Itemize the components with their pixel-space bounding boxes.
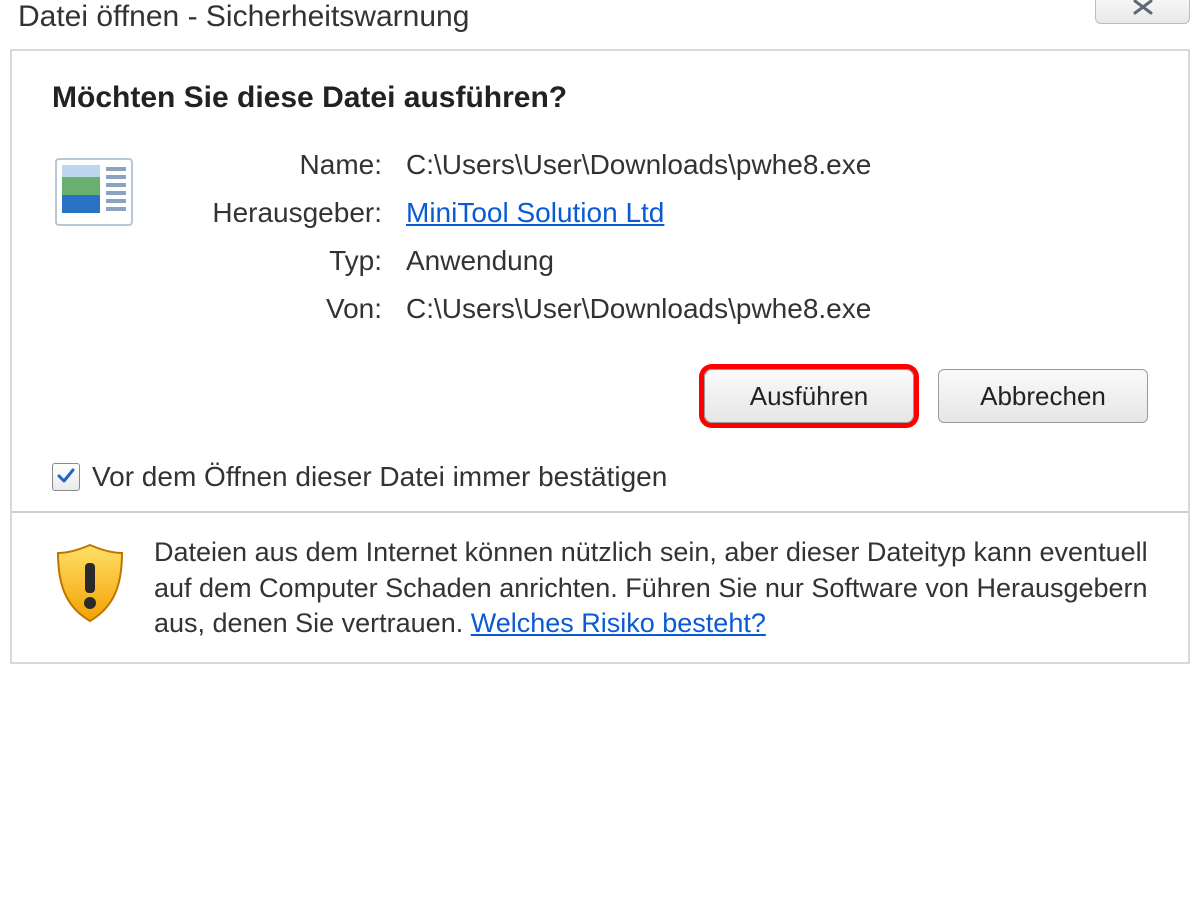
close-button[interactable] xyxy=(1095,0,1190,24)
shield-warning-icon xyxy=(52,541,128,627)
warning-text: Dateien aus dem Internet können nützlich… xyxy=(154,535,1148,642)
warning-area: Dateien aus dem Internet können nützlich… xyxy=(42,535,1158,642)
button-row: Ausführen Abbrechen xyxy=(42,369,1148,423)
risk-link[interactable]: Welches Risiko besteht? xyxy=(471,608,766,638)
value-from: C:\Users\User\Downloads\pwhe8.exe xyxy=(406,293,871,325)
label-type: Typ: xyxy=(162,245,382,277)
close-icon xyxy=(1129,0,1157,21)
label-publisher: Herausgeber: xyxy=(162,197,382,229)
dialog-heading: Möchten Sie diese Datei ausführen? xyxy=(52,81,1158,115)
always-ask-row: Vor dem Öffnen dieser Datei immer bestät… xyxy=(52,461,1158,493)
window-title: Datei öffnen - Sicherheitswarnung xyxy=(18,0,469,33)
security-warning-dialog: Datei öffnen - Sicherheitswarnung Möchte… xyxy=(0,0,1200,900)
application-file-icon xyxy=(52,153,136,237)
titlebar: Datei öffnen - Sicherheitswarnung xyxy=(0,0,1200,41)
always-ask-label: Vor dem Öffnen dieser Datei immer bestät… xyxy=(92,461,667,493)
dialog-panel: Möchten Sie diese Datei ausführen? N xyxy=(10,49,1190,664)
publisher-link[interactable]: MiniTool Solution Ltd xyxy=(406,197,664,228)
file-info-area: Name: C:\Users\User\Downloads\pwhe8.exe … xyxy=(52,149,1158,325)
checkmark-icon xyxy=(56,461,76,493)
cancel-button[interactable]: Abbrechen xyxy=(938,369,1148,423)
run-button-label: Ausführen xyxy=(750,381,869,412)
value-name: C:\Users\User\Downloads\pwhe8.exe xyxy=(406,149,871,181)
value-type: Anwendung xyxy=(406,245,871,277)
label-from: Von: xyxy=(162,293,382,325)
label-name: Name: xyxy=(162,149,382,181)
file-info-grid: Name: C:\Users\User\Downloads\pwhe8.exe … xyxy=(162,149,871,325)
always-ask-checkbox[interactable] xyxy=(52,463,80,491)
cancel-button-label: Abbrechen xyxy=(980,381,1106,412)
run-button[interactable]: Ausführen xyxy=(704,369,914,423)
divider xyxy=(12,511,1188,513)
